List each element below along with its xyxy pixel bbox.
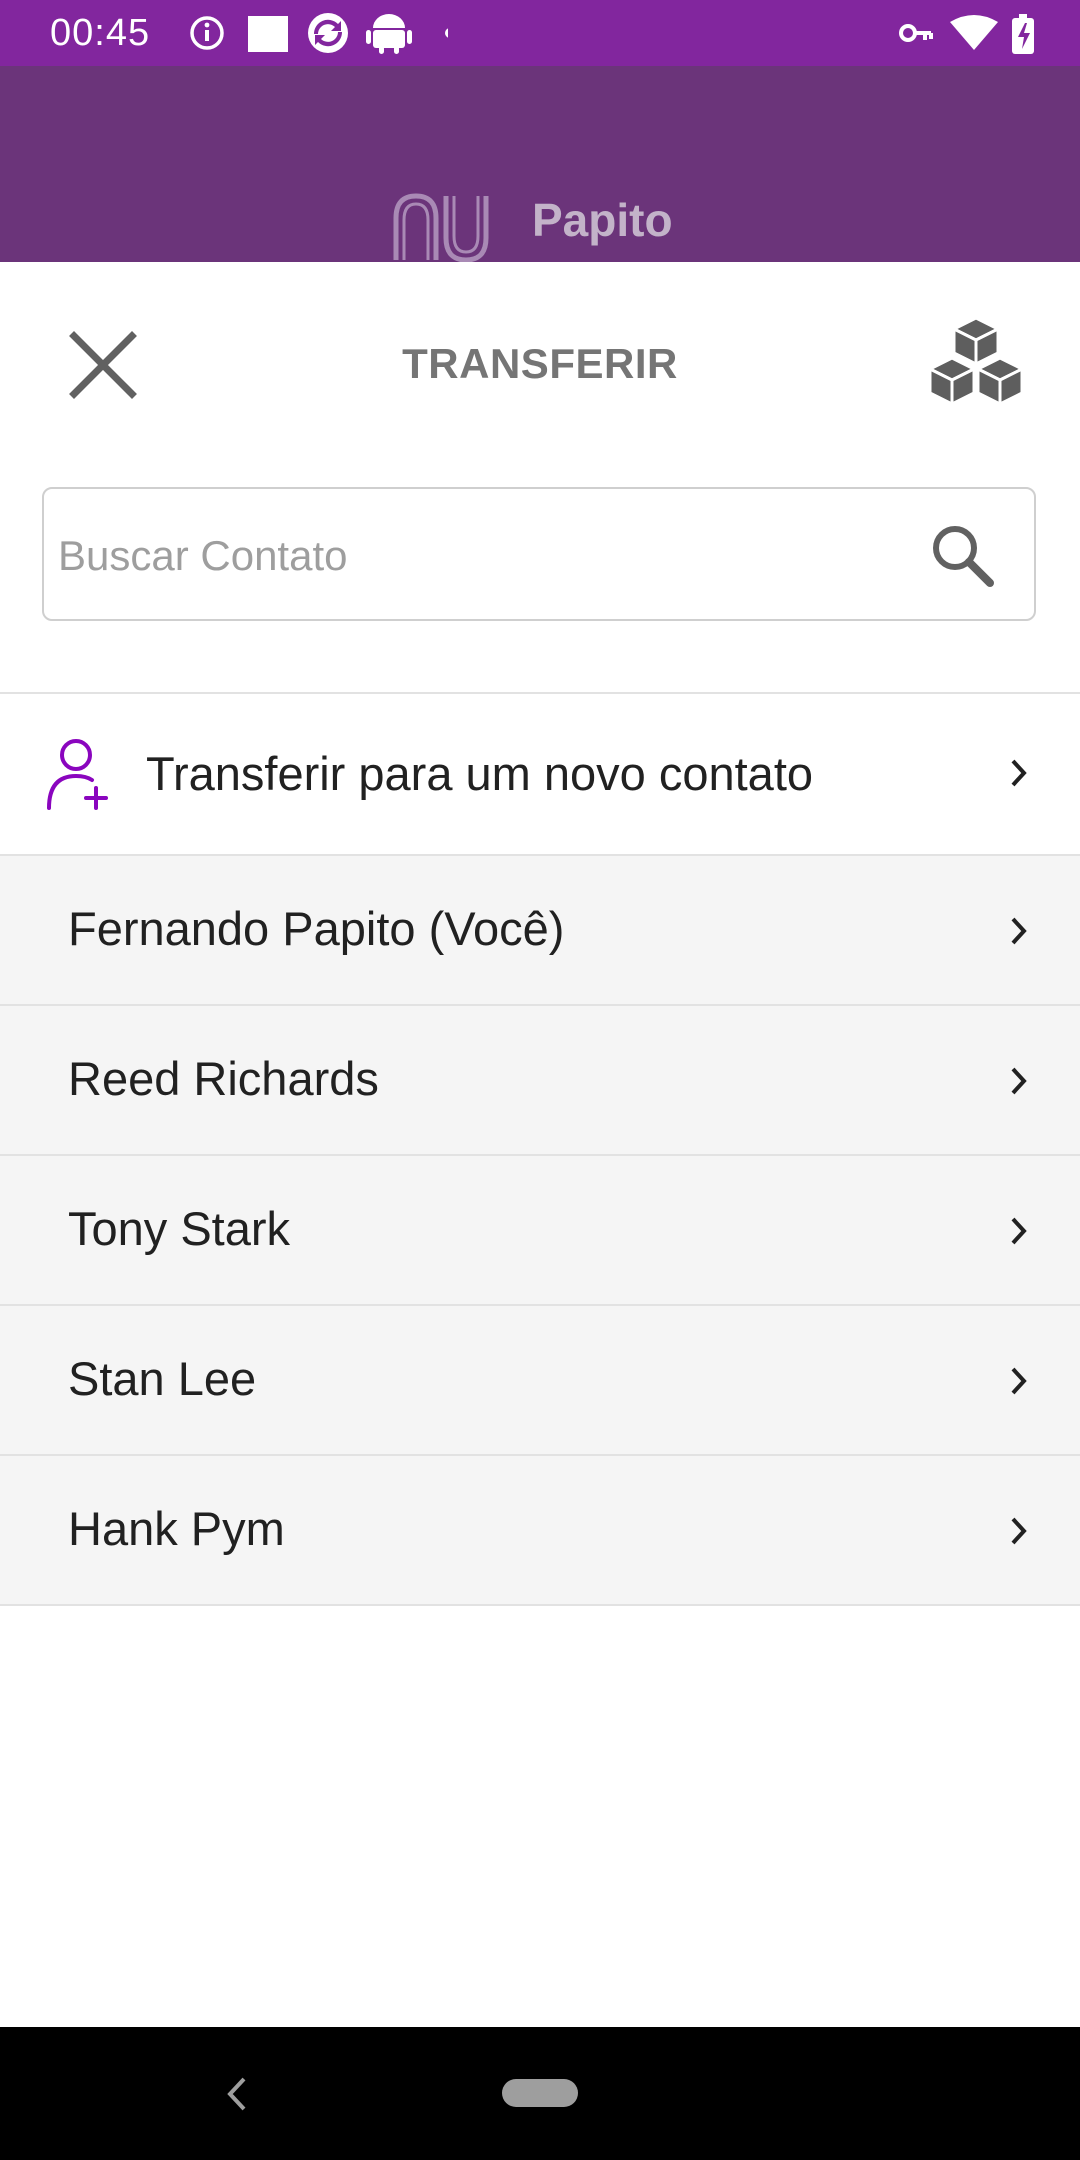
chevron-right-icon xyxy=(1011,917,1027,945)
contact-row[interactable]: Tony Stark xyxy=(0,1154,1080,1304)
info-icon xyxy=(190,16,224,50)
status-left-icons xyxy=(190,13,448,54)
new-contact-label: Transferir para um novo contato xyxy=(146,747,814,800)
contact-name: Hank Pym xyxy=(68,1502,285,1555)
battery-charging-icon xyxy=(1012,14,1034,54)
sync-icon xyxy=(308,13,348,53)
contact-row[interactable]: Hank Pym xyxy=(0,1454,1080,1606)
new-contact-row[interactable]: Transferir para um novo contato xyxy=(0,694,1080,854)
status-time: 00:45 xyxy=(50,12,151,54)
navigation-bar xyxy=(0,2027,1080,2160)
contact-row[interactable]: Reed Richards xyxy=(0,1004,1080,1154)
add-person-icon xyxy=(47,739,108,810)
nu-logo-icon xyxy=(393,193,489,262)
search-button[interactable] xyxy=(928,521,998,591)
account-name: Papito xyxy=(532,194,673,246)
contact-name: Stan Lee xyxy=(68,1352,257,1405)
search-icon xyxy=(933,526,994,587)
back-icon[interactable] xyxy=(222,2073,252,2115)
chevron-right-icon xyxy=(1011,759,1027,787)
search-input[interactable] xyxy=(56,513,920,599)
dot-icon xyxy=(445,28,448,38)
contact-row[interactable]: Fernando Papito (Você) xyxy=(0,854,1080,1004)
chevron-right-icon xyxy=(1011,1517,1027,1545)
page-title: TRANSFERIR xyxy=(402,340,678,387)
transfer-sheet: TRANSFERIR Buscar Contato Transferir par… xyxy=(0,262,1080,2027)
brand: Papito xyxy=(392,122,712,262)
square-icon xyxy=(248,16,288,52)
contact-list: Fernando Papito (Você) Reed Richards Ton… xyxy=(0,854,1080,1606)
chevron-right-icon xyxy=(1011,1067,1027,1095)
contact-name: Tony Stark xyxy=(68,1202,291,1255)
contact-row[interactable]: Stan Lee xyxy=(0,1304,1080,1454)
wifi-icon xyxy=(950,15,998,50)
cubes-button[interactable] xyxy=(924,314,1028,414)
status-bar: 00:45 xyxy=(0,0,1080,66)
contact-name: Fernando Papito (Você) xyxy=(68,902,565,955)
search-box xyxy=(42,487,1036,621)
vpn-key-icon xyxy=(899,24,933,42)
android-icon xyxy=(366,14,412,54)
cubes-icon xyxy=(928,316,1024,406)
chevron-right-icon xyxy=(1011,1217,1027,1245)
chevron-right-icon xyxy=(1011,1367,1027,1395)
status-right-icons xyxy=(899,14,1034,54)
contact-name: Reed Richards xyxy=(68,1052,379,1105)
home-pill-button[interactable] xyxy=(502,2079,578,2107)
